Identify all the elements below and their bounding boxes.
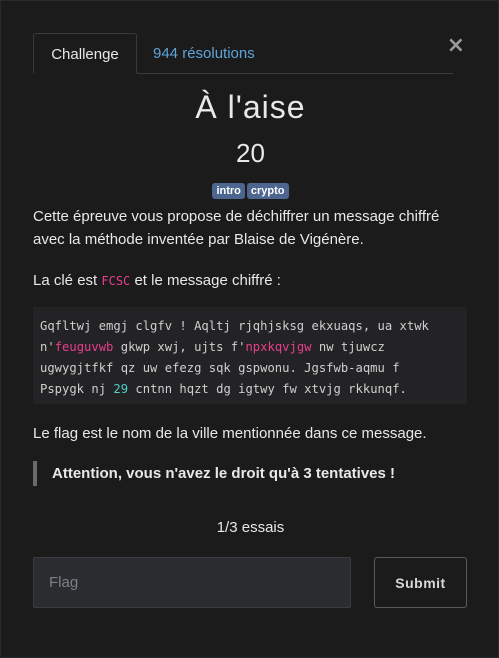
- ciphertext-block: Gqfltwj emgj clgfv ! Aqltj rjqhjsksg ekx…: [33, 307, 467, 404]
- description-key-line: La clé est FCSC et le message chiffré :: [33, 269, 473, 293]
- challenge-modal: × Challenge 944 résolutions À l'aise 20 …: [0, 0, 499, 658]
- tab-challenge[interactable]: Challenge: [33, 33, 137, 74]
- flag-input[interactable]: [33, 557, 351, 608]
- tag-badge: intro: [212, 183, 245, 199]
- code-text: gkwp xwj, ujts f': [113, 340, 246, 354]
- code-text: cntnn hqzt dg igtwy fw xtvjg rkkunqf.: [128, 382, 407, 396]
- submit-button[interactable]: Submit: [374, 557, 467, 608]
- code-text: Gqfltwj emgj clgfv ! Aqltj rjqhjsksg ekx…: [40, 319, 429, 333]
- warning-callout: Attention, vous n'avez le droit qu'à 3 t…: [33, 461, 463, 486]
- code-text: Pspygk nj: [40, 382, 114, 396]
- tab-bar: Challenge 944 résolutions: [33, 33, 453, 74]
- key-prefix-text: La clé est: [33, 272, 102, 289]
- ciphertext-line: Pspygk nj 29 cntnn hqzt dg igtwy fw xtvj…: [40, 379, 460, 400]
- code-text: ugwygjtfkf qz uw efezg sqk gspwonu. Jgsf…: [40, 361, 400, 375]
- description-intro: Cette épreuve vous propose de déchiffrer…: [33, 208, 440, 248]
- code-string: feuguvwb: [54, 340, 114, 354]
- challenge-points: 20: [236, 138, 265, 168]
- code-string: npxkqvjgw: [245, 340, 312, 354]
- tag-list: intro crypto: [1, 183, 499, 199]
- ciphertext-line: ugwygjtfkf qz uw efezg sqk gspwonu. Jgsf…: [40, 358, 460, 379]
- ciphertext-line: n'feuguvwb gkwp xwj, ujts f'npxkqvjgw nw…: [40, 337, 460, 358]
- code-text: n': [40, 340, 55, 354]
- code-text: nw tjuwcz: [311, 340, 385, 354]
- tag-badge: crypto: [246, 183, 289, 199]
- challenge-title: À l'aise: [195, 89, 306, 125]
- attempts-counter: 1/3 essais: [216, 519, 285, 536]
- ciphertext-line: Gqfltwj emgj clgfv ! Aqltj rjqhjsksg ekx…: [40, 316, 460, 337]
- key-code: FCSC: [101, 274, 131, 288]
- tab-resolutions[interactable]: 944 résolutions: [153, 33, 255, 74]
- code-number: 29: [113, 382, 129, 396]
- flag-hint: Le flag est le nom de la ville mentionné…: [33, 425, 427, 442]
- key-suffix-text: et le message chiffré :: [130, 272, 281, 289]
